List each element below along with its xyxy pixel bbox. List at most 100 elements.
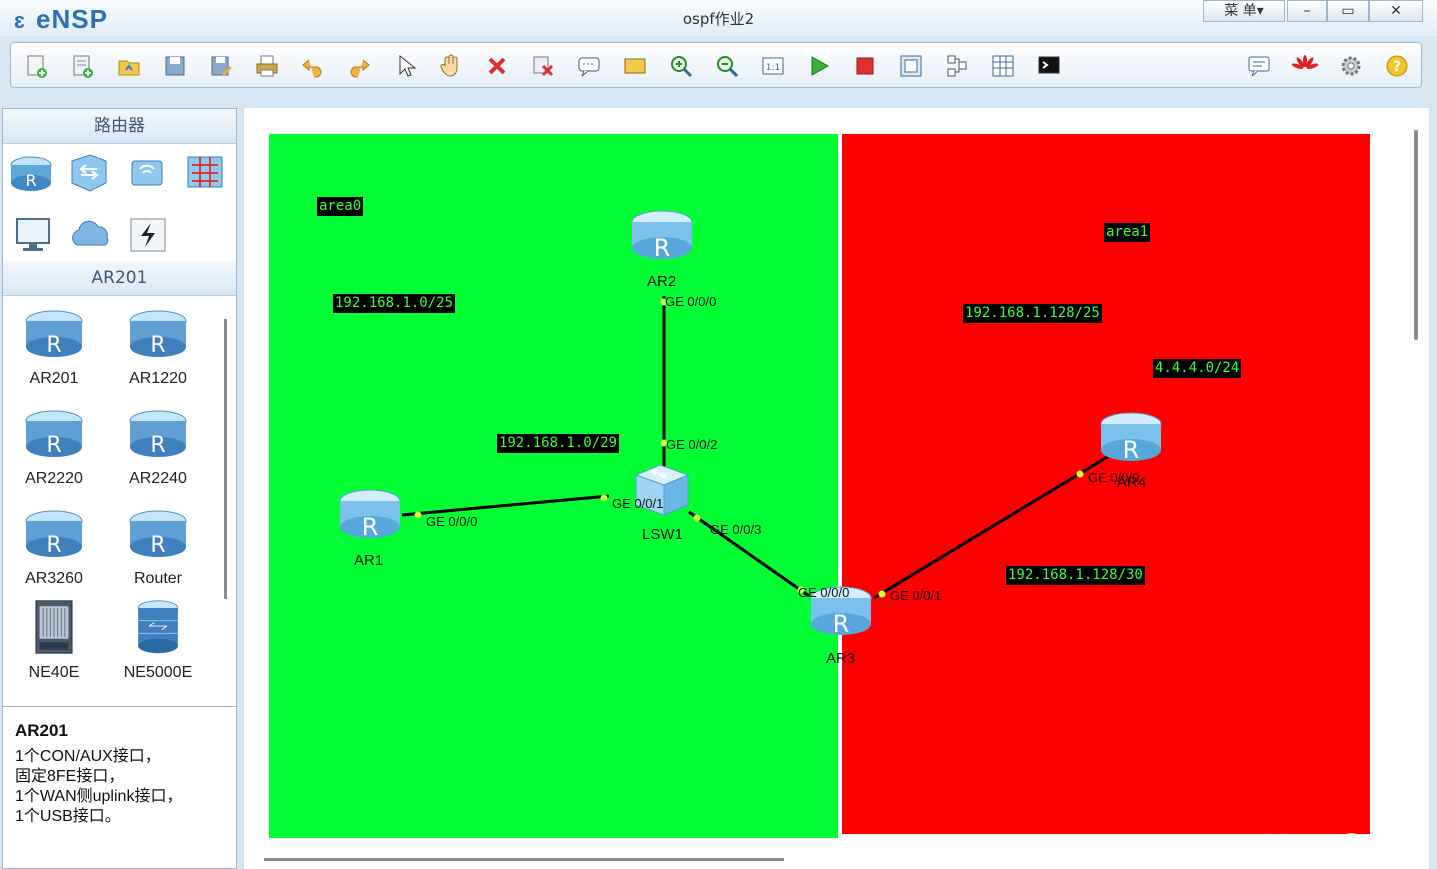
network-label[interactable]: 192.168.1.128/30 xyxy=(1006,566,1145,585)
undo-icon[interactable] xyxy=(299,52,327,80)
topology-icon[interactable] xyxy=(943,52,971,80)
svg-text:R: R xyxy=(833,610,850,638)
huawei-logo-icon[interactable] xyxy=(1291,52,1319,80)
info-line: 1个USB接口。 xyxy=(15,808,121,825)
new-topology-icon[interactable] xyxy=(23,52,51,80)
svg-text:R: R xyxy=(362,513,379,541)
add-shape-icon[interactable] xyxy=(621,52,649,80)
save-as-icon[interactable] xyxy=(207,52,235,80)
redo-icon[interactable] xyxy=(345,52,373,80)
fit-view-icon[interactable]: 1:1 xyxy=(759,52,787,80)
device-ar2240[interactable]: R AR2240 xyxy=(118,405,198,488)
info-title: AR201 xyxy=(15,721,68,740)
device-label: NE5000E xyxy=(123,664,193,681)
help-icon[interactable]: ? xyxy=(1383,52,1411,80)
canvas-vertical-scrollbar[interactable] xyxy=(1414,130,1418,340)
device-label: AR3260 xyxy=(25,570,83,587)
close-button[interactable]: ✕ xyxy=(1369,0,1423,22)
router-icon: R xyxy=(25,410,83,458)
port-label: GE 0/0/0 xyxy=(426,514,478,529)
svg-text:R: R xyxy=(150,533,165,558)
device-ne5000e[interactable]: NE5000E xyxy=(118,599,198,682)
port-label: GE 0/0/2 xyxy=(666,437,718,452)
pan-hand-icon[interactable] xyxy=(437,52,465,80)
router-icon: R xyxy=(129,310,187,358)
device-ar3260[interactable]: R AR3260 xyxy=(14,505,94,588)
svg-text:?: ? xyxy=(1393,59,1401,75)
port-dot xyxy=(878,590,886,598)
router-ar2-icon[interactable]: R xyxy=(631,208,693,264)
cloud-category-icon[interactable] xyxy=(67,213,113,257)
grid-icon[interactable] xyxy=(989,52,1017,80)
router-icon: R xyxy=(25,310,83,358)
device-ar1220[interactable]: R AR1220 xyxy=(118,305,198,388)
port-label: GE 0/0/3 xyxy=(710,522,762,537)
topology-canvas[interactable]: area0 area1 192.168.1.0/25 192.168.1.128… xyxy=(243,108,1429,869)
svg-text:1:1: 1:1 xyxy=(766,63,780,73)
menu-button[interactable]: 菜 单▾ xyxy=(1203,0,1285,22)
node-name-ar1: AR1 xyxy=(354,552,384,569)
device-ne40e[interactable]: NE40E xyxy=(14,599,94,682)
switch-category-icon[interactable] xyxy=(66,151,112,195)
capture-icon[interactable] xyxy=(897,52,925,80)
router-icon: R xyxy=(129,410,187,458)
start-device-icon[interactable] xyxy=(805,52,833,80)
port-label: GE 0/0/0 xyxy=(798,585,850,600)
port-label: GE 0/0/1 xyxy=(890,588,942,603)
network-label[interactable]: 192.168.1.128/25 xyxy=(963,304,1102,323)
chat-icon[interactable] xyxy=(1245,52,1273,80)
area0-label[interactable]: area0 xyxy=(317,197,364,216)
sidebar-scrollbar[interactable] xyxy=(224,319,227,599)
pc-category-icon[interactable] xyxy=(11,213,57,257)
svg-text:R: R xyxy=(46,433,61,458)
zoom-out-icon[interactable] xyxy=(713,52,741,80)
wlan-category-icon[interactable] xyxy=(124,151,170,195)
zoom-in-icon[interactable] xyxy=(667,52,695,80)
router-category-icon[interactable]: R xyxy=(8,151,54,195)
open-icon[interactable] xyxy=(115,52,143,80)
delete-icon[interactable] xyxy=(483,52,511,80)
node-name-lsw1: LSW1 xyxy=(642,526,683,543)
title-bar: ɛ eNSP ospf作业2 菜 单▾ – ▭ ✕ xyxy=(0,0,1437,36)
device-label: Router xyxy=(133,570,183,587)
router-ar4-icon[interactable]: R xyxy=(1100,410,1162,466)
port-label: GE 0/0/1 xyxy=(612,496,664,511)
toolbar: 1:1 ? xyxy=(10,42,1422,88)
canvas-horizontal-scrollbar[interactable] xyxy=(264,858,784,861)
firewall-category-icon[interactable] xyxy=(182,151,228,195)
info-line: 1个WAN侧uplink接口， xyxy=(15,788,183,805)
svg-text:R: R xyxy=(150,333,165,358)
info-line: 1个CON/AUX接口， xyxy=(15,748,161,765)
subsection-title: AR201 xyxy=(3,261,236,296)
other-devices-icon[interactable] xyxy=(125,213,171,257)
select-icon[interactable] xyxy=(391,52,419,80)
watermark: CSDN @sshik xyxy=(1256,828,1423,858)
save-icon[interactable] xyxy=(161,52,189,80)
port-dot xyxy=(414,511,422,519)
new-example-icon[interactable] xyxy=(69,52,97,80)
network-label[interactable]: 192.168.1.0/29 xyxy=(497,434,620,453)
port-label: GE 0/0/0 xyxy=(665,294,717,309)
device-router[interactable]: R Router xyxy=(118,505,198,588)
device-ar2220[interactable]: R AR2220 xyxy=(14,405,94,488)
print-icon[interactable] xyxy=(253,52,281,80)
port-dot xyxy=(1076,470,1084,478)
settings-gear-icon[interactable] xyxy=(1337,52,1365,80)
svg-text:R: R xyxy=(150,433,165,458)
delete-link-icon[interactable] xyxy=(529,52,557,80)
console-icon[interactable] xyxy=(1035,52,1063,80)
svg-text:R: R xyxy=(25,171,36,190)
device-ar201[interactable]: R AR201 xyxy=(14,305,94,388)
router-ar1-icon[interactable]: R xyxy=(339,487,401,543)
network-label[interactable]: 4.4.4.0/24 xyxy=(1153,359,1242,378)
maximize-button[interactable]: ▭ xyxy=(1327,0,1369,22)
device-label: AR1220 xyxy=(129,370,187,387)
svg-text:R: R xyxy=(46,533,61,558)
stop-device-icon[interactable] xyxy=(851,52,879,80)
minimize-button[interactable]: – xyxy=(1287,0,1327,22)
network-label[interactable]: 192.168.1.0/25 xyxy=(333,294,456,313)
area1-label[interactable]: area1 xyxy=(1104,223,1151,242)
add-text-icon[interactable] xyxy=(575,52,603,80)
svg-text:R: R xyxy=(46,333,61,358)
device-label: AR2240 xyxy=(129,470,187,487)
